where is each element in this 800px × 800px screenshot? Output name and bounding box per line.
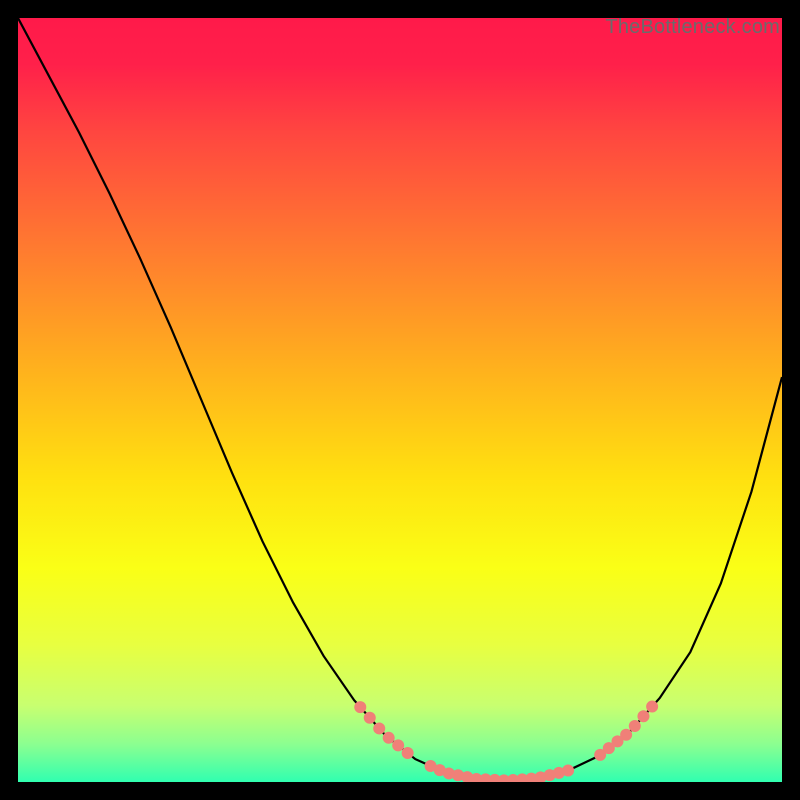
highlight-dot <box>646 701 658 713</box>
highlight-dot <box>383 732 395 744</box>
highlight-dot <box>637 710 649 722</box>
highlight-dot <box>562 765 574 777</box>
highlight-dot <box>373 722 385 734</box>
highlight-dot <box>402 747 414 759</box>
highlight-dot <box>392 739 404 751</box>
highlight-dot <box>629 720 641 732</box>
chart-svg <box>18 18 782 782</box>
gradient-background <box>18 18 782 782</box>
watermark-text: TheBottleneck.com <box>605 16 780 39</box>
highlight-dot <box>620 729 632 741</box>
chart-frame: TheBottleneck.com <box>18 18 782 782</box>
highlight-dot <box>364 712 376 724</box>
highlight-dot <box>354 701 366 713</box>
